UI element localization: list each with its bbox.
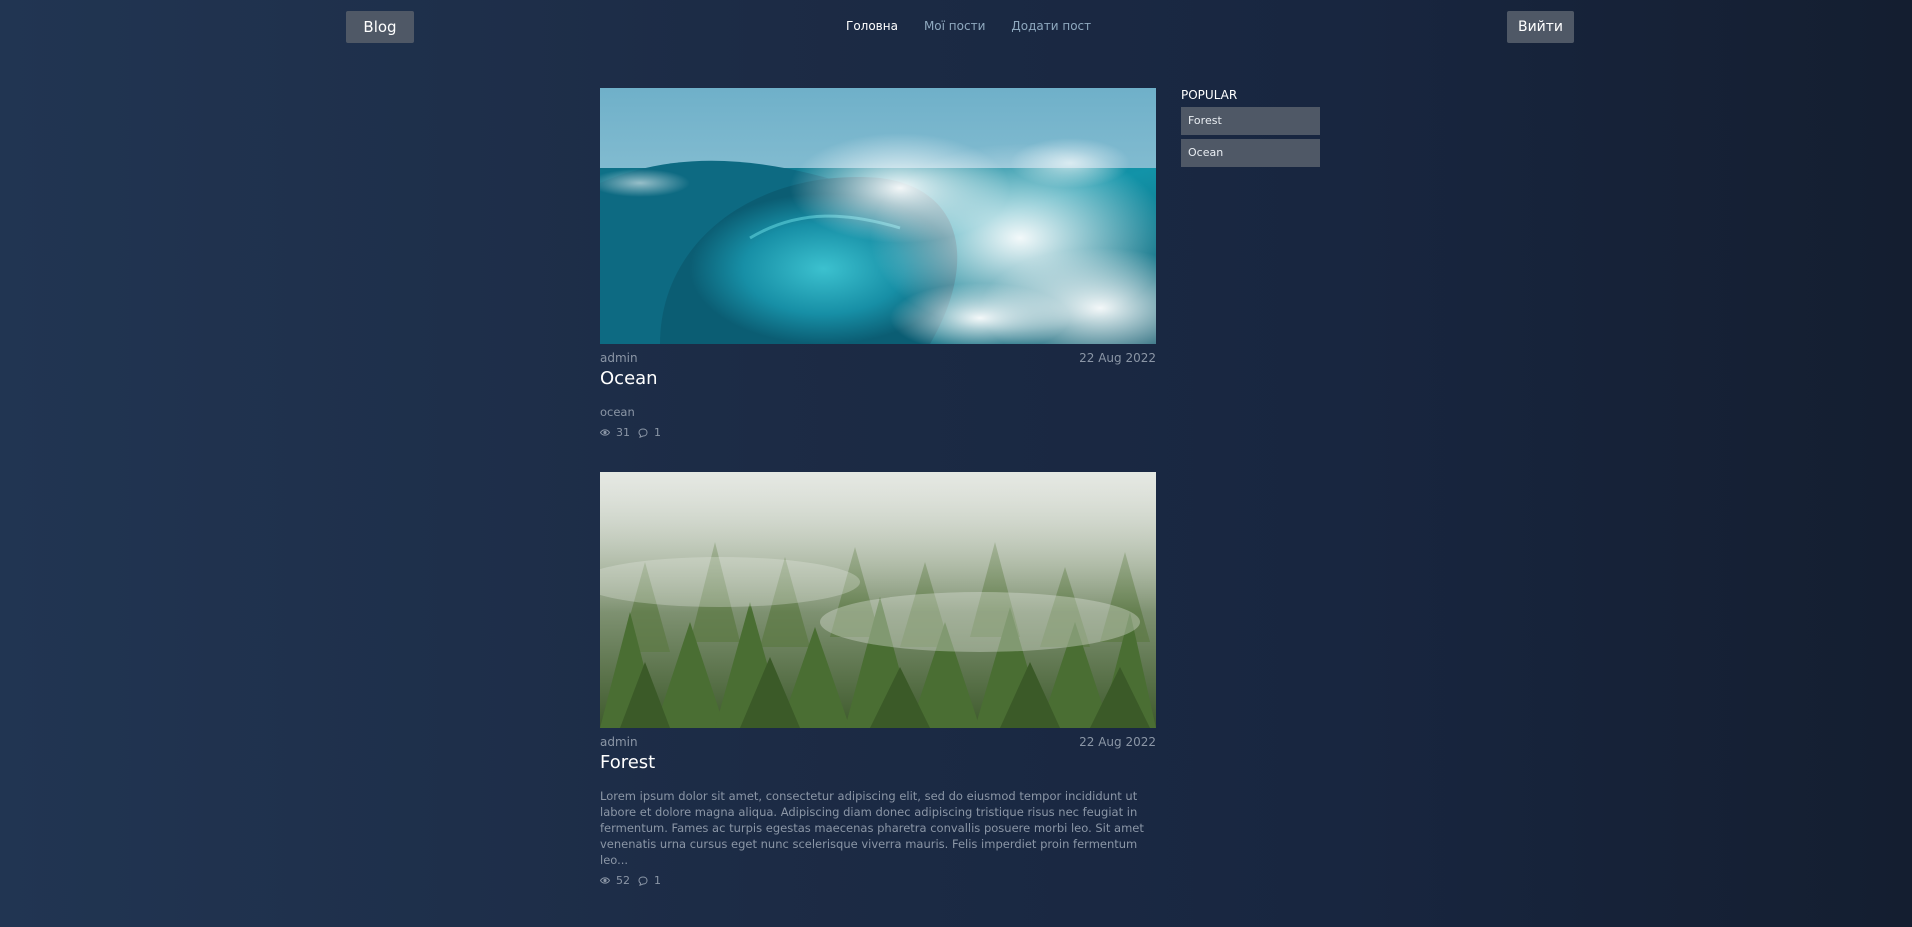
popular-item-forest[interactable]: Forest [1181, 107, 1320, 135]
logout-button[interactable]: Вийти [1507, 11, 1574, 43]
comments-count: 1 [654, 874, 661, 887]
post-date: 22 Aug 2022 [1079, 351, 1156, 365]
post-text: ocean [600, 405, 635, 419]
post-author: admin [600, 351, 638, 365]
nav-add-post-link[interactable]: Додати пост [1011, 19, 1091, 33]
comments-stat: 1 [638, 426, 661, 439]
post-title[interactable]: Forest [600, 752, 1156, 774]
comments-stat: 1 [638, 874, 661, 887]
header: Blog Головна Мої пости Додати пост Вийти [0, 0, 1912, 60]
post-title[interactable]: Ocean [600, 368, 1156, 390]
comment-bubble-icon [638, 875, 648, 886]
views-count: 31 [616, 426, 630, 439]
nav-my-posts-link[interactable]: Мої пости [924, 19, 985, 33]
popular-sidebar: POPULAR Forest Ocean [1181, 88, 1320, 171]
post-stats: 31 1 [600, 426, 1156, 439]
views-stat: 31 [600, 426, 630, 439]
post-card: admin 22 Aug 2022 Ocean ocean 31 1 [600, 88, 1156, 439]
post-text: Lorem ipsum dolor sit amet, consectetur … [600, 789, 1144, 867]
sidebar-heading: POPULAR [1181, 88, 1238, 102]
post-card: admin 22 Aug 2022 Forest Lorem ipsum dol… [600, 472, 1156, 887]
post-image-forest[interactable] [600, 472, 1156, 728]
post-image-ocean[interactable] [600, 88, 1156, 344]
post-date: 22 Aug 2022 [1079, 735, 1156, 749]
main-nav: Головна Мої пости Додати пост [846, 19, 1091, 33]
views-stat: 52 [600, 874, 630, 887]
views-count: 52 [616, 874, 630, 887]
post-meta: admin 22 Aug 2022 [600, 735, 1156, 749]
eye-icon [600, 429, 610, 436]
nav-home-link[interactable]: Головна [846, 19, 898, 33]
popular-item-ocean[interactable]: Ocean [1181, 139, 1320, 167]
comment-bubble-icon [638, 427, 648, 438]
eye-icon [600, 877, 610, 884]
post-author: admin [600, 735, 638, 749]
post-meta: admin 22 Aug 2022 [600, 351, 1156, 365]
post-stats: 52 1 [600, 874, 1156, 887]
comments-count: 1 [654, 426, 661, 439]
logo-button[interactable]: Blog [346, 11, 414, 43]
